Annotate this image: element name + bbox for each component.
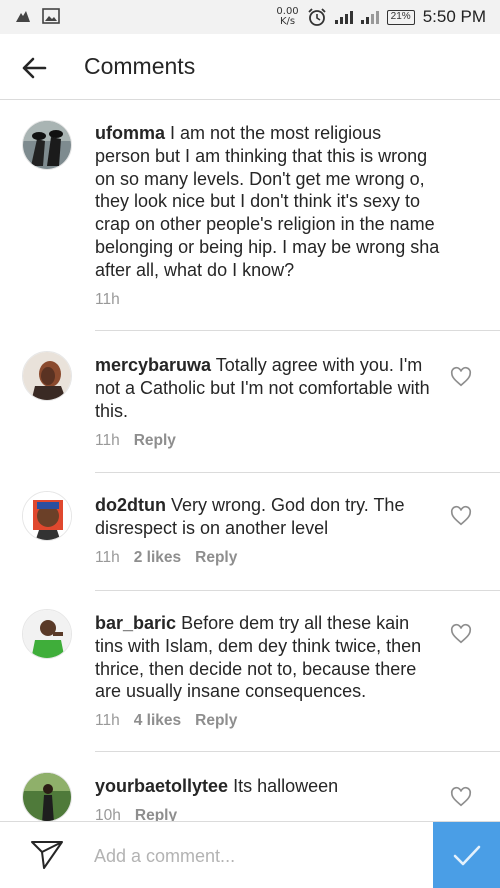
comment-input[interactable] xyxy=(94,840,414,872)
comment-text: I am not the most religious person but I… xyxy=(95,123,440,280)
comment-username[interactable]: ufomma xyxy=(95,123,165,143)
comment-username[interactable]: bar_baric xyxy=(95,613,176,633)
comment-username[interactable]: do2dtun xyxy=(95,495,166,515)
avatar[interactable] xyxy=(22,609,72,659)
reply-button[interactable]: Reply xyxy=(195,712,237,730)
signal-icon xyxy=(334,10,353,24)
network-speed: 0.00 K/s xyxy=(276,7,298,27)
comment-body: do2dtun Very wrong. God don try. The dis… xyxy=(95,494,440,540)
divider xyxy=(95,472,500,473)
paper-plane-icon[interactable] xyxy=(30,840,64,870)
avatar[interactable] xyxy=(22,491,72,541)
header: Comments xyxy=(0,34,500,100)
comment-meta: 11h Reply xyxy=(95,432,176,450)
checkmark-icon xyxy=(453,845,480,865)
page-title: Comments xyxy=(84,53,196,79)
avatar[interactable] xyxy=(22,772,72,821)
status-right: 0.00 K/s 21% 5:50 PM xyxy=(276,4,486,30)
comment-time: 10h xyxy=(95,807,121,821)
comment-meta: 11h xyxy=(95,291,120,309)
image-icon xyxy=(42,8,60,24)
heart-icon[interactable] xyxy=(450,505,472,527)
comment-time: 11h xyxy=(95,432,120,449)
reply-button[interactable]: Reply xyxy=(135,807,177,821)
avatar[interactable] xyxy=(22,120,72,170)
divider xyxy=(95,590,500,591)
comment-body: ufomma I am not the most religious perso… xyxy=(95,122,440,282)
comment-username[interactable]: yourbaetollytee xyxy=(95,776,228,796)
heart-icon[interactable] xyxy=(450,366,472,388)
status-left xyxy=(14,8,60,24)
comment-time: 11h xyxy=(95,549,120,566)
signal-icon-2 xyxy=(360,10,379,24)
comment-time: 11h xyxy=(95,712,120,729)
battery-icon: 21% xyxy=(386,9,415,25)
post-button[interactable] xyxy=(433,822,500,888)
divider xyxy=(95,330,500,331)
heart-icon[interactable] xyxy=(450,786,472,808)
status-time: 5:50 PM xyxy=(422,7,486,26)
reply-button[interactable]: Reply xyxy=(195,549,237,567)
divider xyxy=(95,751,500,752)
network-speed-unit: K/s xyxy=(279,16,296,27)
reply-button[interactable]: Reply xyxy=(134,432,176,450)
comment-body: mercybaruwa Totally agree with you. I'm … xyxy=(95,354,440,422)
avatar[interactable] xyxy=(22,351,72,401)
arrow-left-icon xyxy=(22,57,47,79)
comment-text: Its halloween xyxy=(233,776,339,796)
comment-meta: 11h 2 likes Reply xyxy=(95,549,237,567)
likes-count[interactable]: 2 likes xyxy=(134,549,181,567)
back-button[interactable] xyxy=(14,51,54,85)
comment-body: yourbaetollytee Its halloween xyxy=(95,775,440,798)
comment-meta: 10h Reply xyxy=(95,807,177,821)
likes-count[interactable]: 4 likes xyxy=(134,712,181,730)
comment-body: bar_baric Before dem try all these kain … xyxy=(95,612,440,703)
comment-time: 11h xyxy=(95,291,120,308)
alarm-icon xyxy=(308,8,326,26)
comment-meta: 11h 4 likes Reply xyxy=(95,712,237,730)
comments-list[interactable]: ufomma I am not the most religious perso… xyxy=(0,100,500,821)
comment-username[interactable]: mercybaruwa xyxy=(95,355,211,375)
comment-composer xyxy=(0,821,500,888)
heart-icon[interactable] xyxy=(450,623,472,645)
status-bar: 0.00 K/s 21% 5:50 PM xyxy=(0,0,500,34)
notification-icon xyxy=(16,11,30,22)
